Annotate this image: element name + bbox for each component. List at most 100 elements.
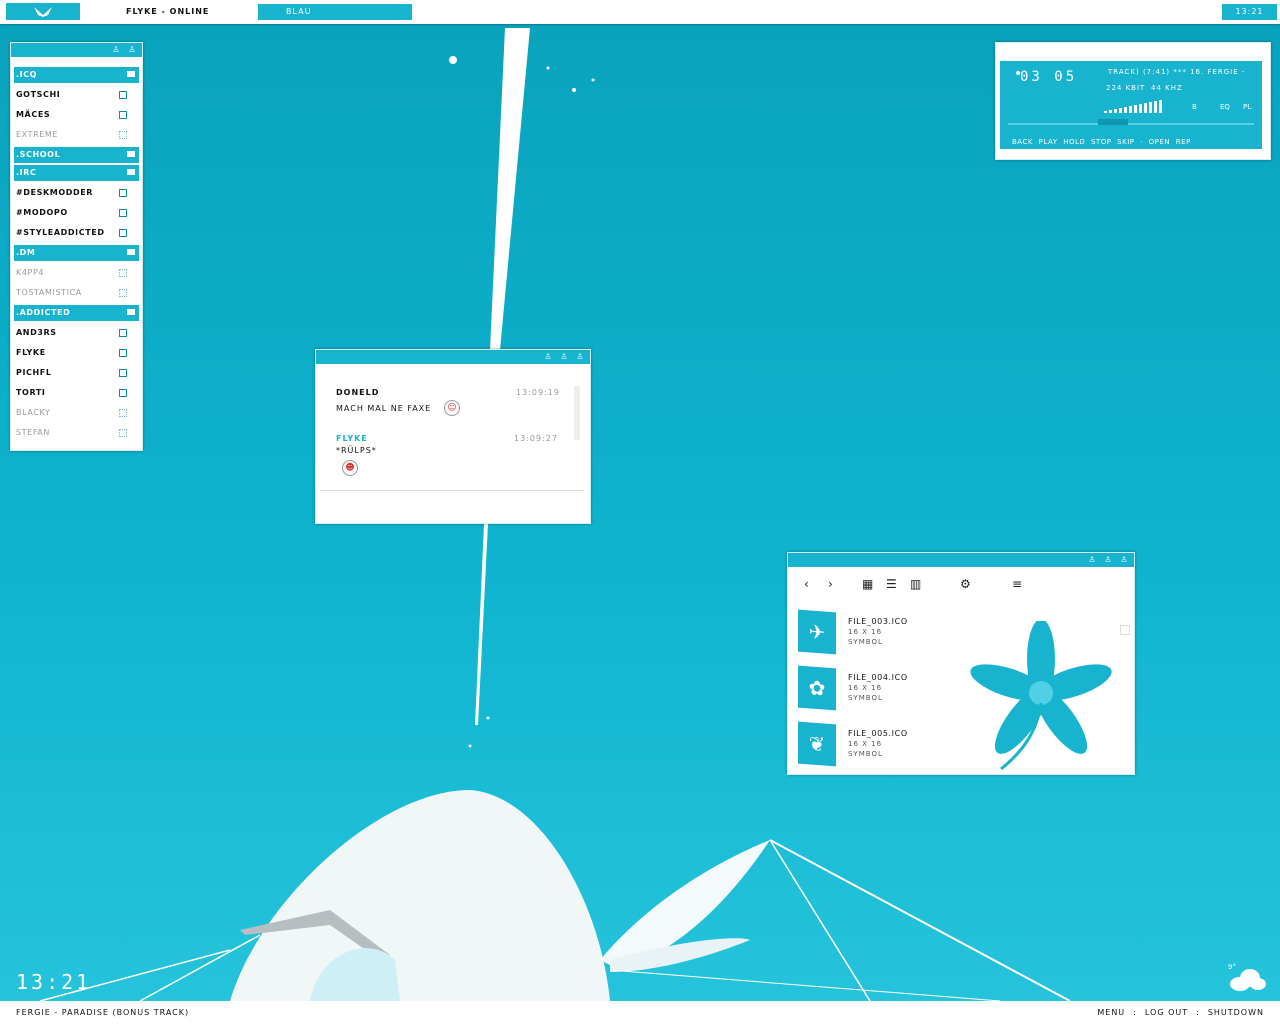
close-icon[interactable]: ♙ — [128, 45, 136, 55]
contact-group-header[interactable]: .ADDICTED — [14, 305, 139, 321]
file-name: FILE_003.ICO — [848, 617, 908, 626]
collapse-icon[interactable] — [127, 71, 135, 77]
contact-label: EXTREME — [16, 130, 59, 139]
contact-group-header[interactable]: .ICQ — [14, 67, 139, 83]
file-browser-window: ♙ ♙ ♙ ‹ › ▦ ☰ ▥ ⚙ ≡ ✈ FILE_003.ICO 16 X … — [787, 552, 1135, 775]
status-icon — [119, 131, 127, 139]
contact-item[interactable]: MÄCES — [14, 105, 139, 125]
volume-meter[interactable] — [1104, 61, 1174, 113]
contact-list: .ICQ GOTSCHI MÄCES EXTREME .SCHOOL .IRC #DESKM… — [11, 57, 142, 443]
volume-bar — [1144, 103, 1147, 113]
collapse-icon[interactable] — [127, 169, 135, 175]
contact-label: #STYLEADDICTED — [16, 228, 105, 237]
minimize-icon[interactable]: ♙ — [544, 352, 552, 362]
cloud-icon — [1230, 969, 1266, 991]
list-view-icon[interactable]: ☰ — [886, 577, 897, 591]
contact-item[interactable]: FLYKE — [14, 343, 139, 363]
scrollbar[interactable] — [1120, 625, 1130, 635]
volume-bar — [1129, 106, 1132, 113]
contact-item[interactable]: AND3RS — [14, 323, 139, 343]
gear-icon[interactable]: ⚙ — [960, 577, 971, 591]
collapse-icon[interactable] — [127, 309, 135, 315]
maximize-icon[interactable]: ♙ — [560, 352, 568, 362]
chat-message-text: MACH MAL NE FAXE — [336, 404, 432, 413]
sort-icon[interactable]: ≡ — [1012, 577, 1022, 591]
contact-item[interactable]: STEFAN — [14, 423, 139, 443]
volume-bar — [1139, 104, 1142, 113]
chat-scrollbar[interactable] — [574, 386, 580, 440]
file-type: SYMBOL — [848, 694, 883, 702]
playlist-button[interactable]: PL — [1243, 103, 1251, 111]
desktop-clock: 13:21 — [16, 970, 92, 994]
contact-label: .ICQ — [16, 70, 38, 79]
status-icon — [119, 269, 127, 277]
contact-label: .DM — [16, 248, 36, 257]
contact-label: .SCHOOL — [16, 150, 61, 159]
contact-label: .ADDICTED — [16, 308, 71, 317]
menu-link[interactable]: MENU — [1097, 1008, 1125, 1017]
volume-bar — [1109, 110, 1112, 113]
volume-bar — [1119, 108, 1122, 113]
file-size: 16 X 16 — [848, 740, 883, 748]
status-icon — [119, 209, 127, 217]
chat-sender: DONELD — [336, 388, 380, 397]
minimize-icon[interactable]: ♙ — [1088, 555, 1096, 565]
seek-bar[interactable] — [1008, 123, 1254, 125]
file-browser-titlebar[interactable]: ♙ ♙ ♙ — [788, 553, 1134, 567]
close-icon[interactable]: ♙ — [1120, 555, 1128, 565]
collapse-icon[interactable] — [127, 151, 135, 157]
logout-link[interactable]: LOG OUT — [1145, 1008, 1188, 1017]
contact-list-window: ♙ ♙ .ICQ GOTSCHI MÄCES EXTREME .SCHOOL .IRC #D… — [10, 42, 143, 451]
file-name: FILE_004.ICO — [848, 673, 908, 682]
divider — [320, 490, 584, 491]
grid-view-icon[interactable]: ▦ — [862, 577, 873, 591]
forward-icon[interactable]: › — [828, 577, 833, 591]
contact-item[interactable]: TOSTAMISTICA — [14, 283, 139, 303]
contact-group-header[interactable]: .IRC — [14, 165, 139, 181]
chat-timestamp: 13:09:27 — [514, 434, 558, 443]
balance-button[interactable]: B — [1192, 103, 1197, 111]
contact-item[interactable]: #DESKMODDER — [14, 183, 139, 203]
online-status[interactable]: FLYKE - ONLINE — [126, 7, 209, 16]
close-icon[interactable]: ♙ — [576, 352, 584, 362]
system-menu: MENU : LOG OUT : SHUTDOWN — [1097, 1008, 1264, 1017]
collapse-icon[interactable] — [127, 249, 135, 255]
contact-item[interactable]: #MODOPO — [14, 203, 139, 223]
contact-label: FLYKE — [16, 348, 46, 357]
contact-label: AND3RS — [16, 328, 57, 337]
seek-handle[interactable] — [1098, 119, 1128, 125]
separator: : — [1196, 1008, 1200, 1017]
contact-item[interactable]: TORTI — [14, 383, 139, 403]
shutdown-link[interactable]: SHUTDOWN — [1208, 1008, 1264, 1017]
contact-item[interactable]: #STYLEADDICTED — [14, 223, 139, 243]
maximize-icon[interactable]: ♙ — [1104, 555, 1112, 565]
minimize-icon[interactable]: ♙ — [112, 45, 120, 55]
player-controls[interactable]: BACK PLAY HOLD STOP SKIP · OPEN REP — [1012, 138, 1191, 146]
back-icon[interactable]: ‹ — [804, 577, 809, 591]
contact-group-header[interactable]: .SCHOOL — [14, 147, 139, 163]
contact-item[interactable]: GOTSCHI — [14, 85, 139, 105]
chat-titlebar[interactable]: ♙ ♙ ♙ — [316, 350, 590, 364]
logo-icon[interactable] — [6, 3, 80, 20]
status-icon — [119, 349, 127, 357]
contact-item[interactable]: K4PP4 — [14, 263, 139, 283]
contact-label: #MODOPO — [16, 208, 68, 217]
theme-selector[interactable]: BLAU — [258, 4, 412, 20]
contact-list-titlebar[interactable]: ♙ ♙ — [11, 43, 142, 57]
contact-item[interactable]: BLACKY — [14, 403, 139, 423]
contact-group-header[interactable]: .DM — [14, 245, 139, 261]
plant-icon: ❦ — [798, 721, 836, 767]
volume-bar — [1154, 101, 1157, 113]
contact-item[interactable]: PICHFL — [14, 363, 139, 383]
status-icon — [119, 409, 127, 417]
flower-preview-image — [970, 621, 1112, 771]
equalizer-button[interactable]: EQ — [1220, 103, 1230, 111]
contact-label: BLACKY — [16, 408, 51, 417]
column-view-icon[interactable]: ▥ — [910, 577, 921, 591]
status-icon — [119, 189, 127, 197]
chat-messages: DONELD 13:09:19 MACH MAL NE FAXE ☺ FLYKE… — [316, 364, 590, 522]
contact-item[interactable]: EXTREME — [14, 125, 139, 145]
chat-input[interactable] — [320, 492, 584, 520]
contact-label: GOTSCHI — [16, 90, 61, 99]
status-icon — [119, 429, 127, 437]
